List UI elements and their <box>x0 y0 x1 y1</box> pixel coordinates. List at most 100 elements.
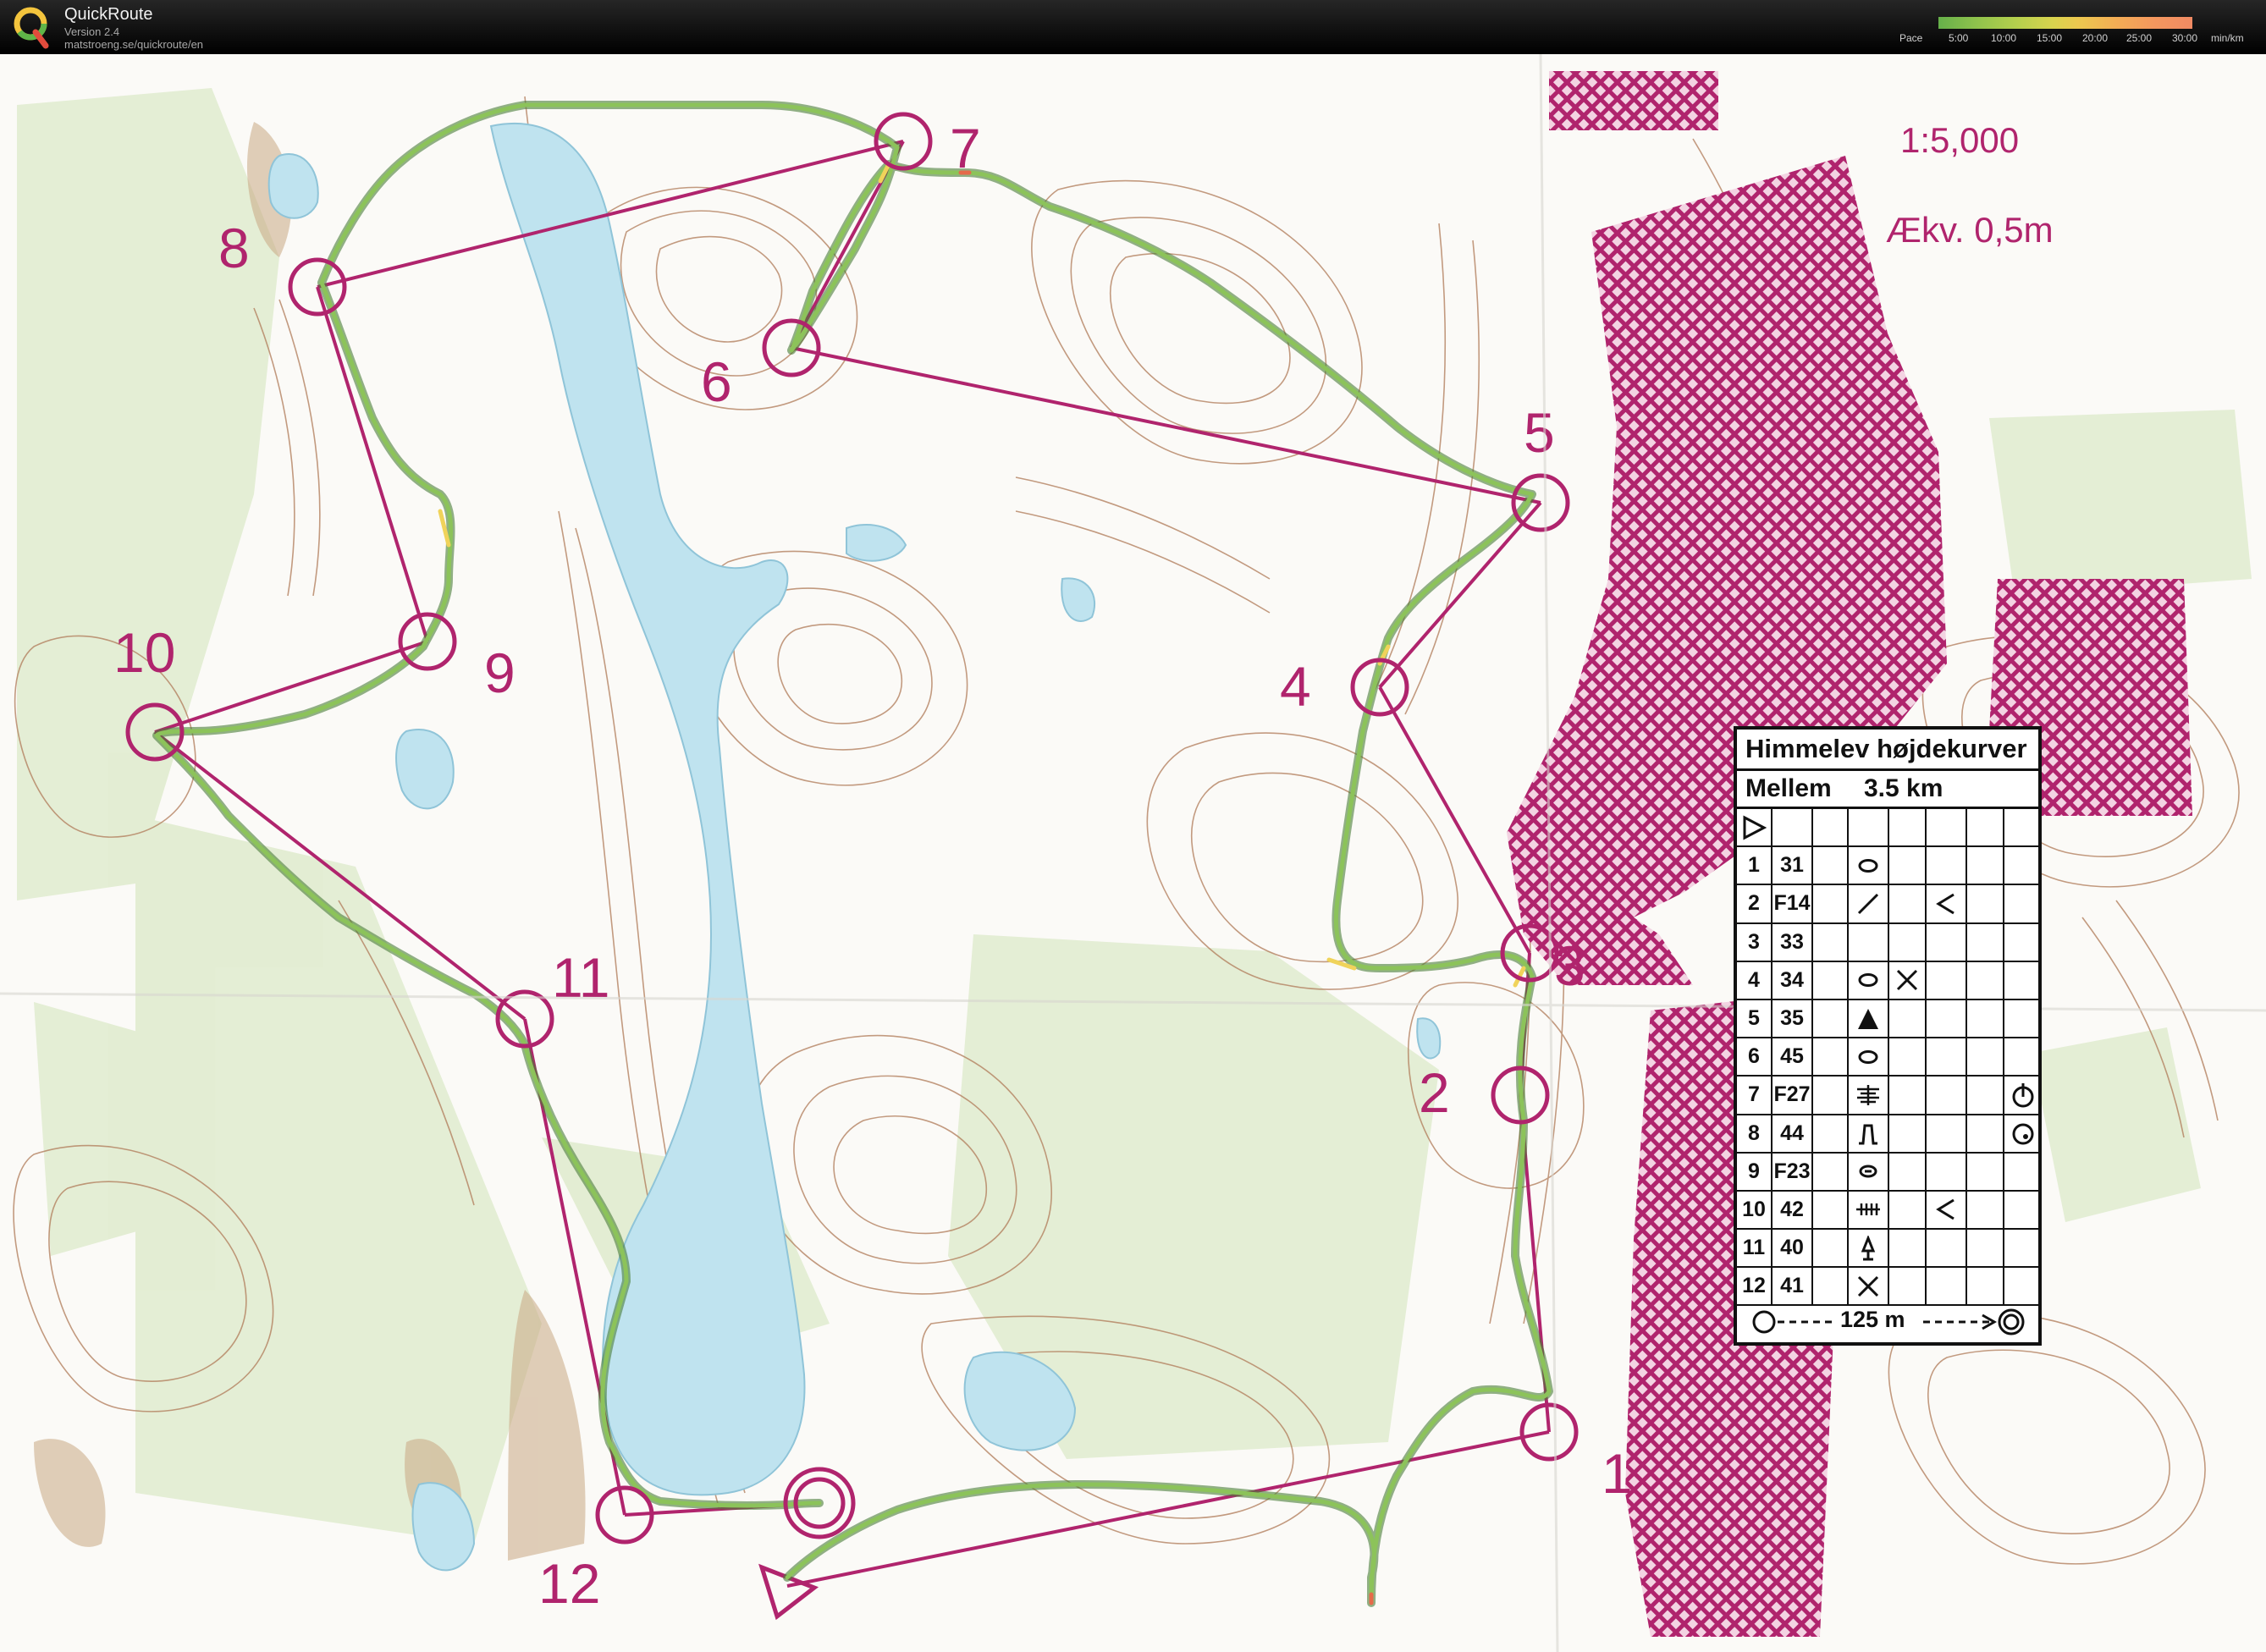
control-number: 1 <box>1602 1442 1633 1505</box>
small-knoll-icon <box>1859 1165 1877 1178</box>
control-description-row: 9 F23 <box>1737 1153 2038 1192</box>
map-scale: 1:5,000 <box>1900 120 2019 160</box>
control-description-row: 7 F27 <box>1737 1077 2038 1115</box>
title-bar: QuickRoute Version 2.4 matstroeng.se/qui… <box>0 0 2266 54</box>
control-code: 45 <box>1773 1038 1813 1076</box>
control-sequence: 3 <box>1737 923 1773 961</box>
location-cell <box>1927 999 1967 1038</box>
app-title: QuickRoute <box>64 5 153 24</box>
feature-cell <box>1849 1153 1889 1190</box>
knoll-icon <box>1858 1049 1878 1064</box>
appearance-cell <box>2004 1000 2042 1037</box>
control-description-row: 8 44 <box>1737 1115 2038 1154</box>
start-row <box>1737 809 2038 848</box>
pace-legend: Pace 5:00 10:00 15:00 20:00 25:00 30:00 … <box>1896 14 2260 47</box>
control-code: 42 <box>1773 1191 1813 1229</box>
appearance-cell <box>2004 1115 2042 1152</box>
control-description-sheet: Himmelev højdekurver Mellem 3.5 km 1 31 2 F… <box>1734 726 2042 1346</box>
feature-cell <box>1849 847 1889 884</box>
feature-cell <box>1849 999 1889 1038</box>
pace-tick: min/km <box>2211 32 2244 44</box>
control-code: 33 <box>1773 923 1813 961</box>
location-cell <box>1927 1115 1967 1152</box>
control-number: 7 <box>950 117 981 179</box>
detail-cell <box>1889 1268 1927 1305</box>
feature-cell <box>1849 1191 1889 1229</box>
location-cell <box>1927 1230 1967 1267</box>
detail-cell <box>1889 961 1927 999</box>
course-name: Mellem <box>1745 774 1832 802</box>
detail-cell <box>1889 1115 1927 1152</box>
control-code: 41 <box>1773 1268 1813 1305</box>
detail-cell <box>1889 1191 1927 1229</box>
location-cell <box>1927 1038 1967 1076</box>
angle-icon <box>1936 1199 1954 1220</box>
control-number: 11 <box>552 946 610 1009</box>
ditch-icon <box>1857 893 1879 915</box>
location-cell <box>1927 923 1967 961</box>
detail-cell <box>1889 847 1927 884</box>
control-description-row: 6 45 <box>1737 1038 2038 1077</box>
target-icon <box>2012 1123 2034 1145</box>
tower-icon <box>1861 1235 1876 1261</box>
spur-icon <box>1859 1124 1877 1145</box>
app-version: Version 2.4 <box>64 25 120 38</box>
control-sequence: 11 <box>1737 1230 1773 1267</box>
appearance-cell <box>2004 1230 2042 1266</box>
contour-interval: Ækv. 0,5m <box>1886 210 2054 250</box>
quickroute-logo-icon <box>14 7 49 49</box>
detail-cell <box>1889 1230 1927 1267</box>
control-sequence: 7 <box>1737 1077 1773 1114</box>
control-code: 35 <box>1773 999 1813 1038</box>
feature-cell <box>1849 1077 1889 1114</box>
pace-label: Pace <box>1899 32 1923 44</box>
course-info: Mellem 3.5 km <box>1737 771 2038 809</box>
detail-cell <box>1889 999 1927 1038</box>
feature-cell <box>1849 1038 1889 1076</box>
appearance-cell <box>2004 1192 2042 1228</box>
control-code: 31 <box>1773 847 1813 884</box>
feature-cell <box>1849 1115 1889 1152</box>
control-code: F14 <box>1773 885 1813 922</box>
detail-cell <box>1889 923 1927 961</box>
feature-cell <box>1849 961 1889 999</box>
location-cell <box>1927 1077 1967 1114</box>
feature-cell <box>1849 885 1889 922</box>
control-code: 44 <box>1773 1115 1813 1152</box>
cross-icon <box>1857 1275 1879 1297</box>
pace-color-bar <box>1938 17 2192 29</box>
control-number: 12 <box>538 1552 600 1615</box>
control-code: 40 <box>1773 1230 1813 1267</box>
knoll-icon <box>1858 973 1878 988</box>
marsh-icon <box>1857 1084 1879 1105</box>
pace-tick: 10:00 <box>1991 32 2017 44</box>
knoll-icon <box>1858 858 1878 873</box>
control-number: 6 <box>701 350 732 413</box>
control-number: 5 <box>1524 401 1555 464</box>
pace-tick: 5:00 <box>1949 32 1969 44</box>
control-sequence: 6 <box>1737 1038 1773 1076</box>
appearance-cell <box>2004 1268 2042 1304</box>
triangle-icon <box>1858 1008 1878 1029</box>
pace-tick: 15:00 <box>2037 32 2063 44</box>
appearance-cell <box>2004 924 2042 961</box>
control-sequence: 1 <box>1737 847 1773 884</box>
control-code: 34 <box>1773 961 1813 999</box>
quickroute-window: QuickRoute Version 2.4 matstroeng.se/qui… <box>0 0 2266 1652</box>
control-number: 3 <box>1554 934 1585 997</box>
location-cell <box>1927 961 1967 999</box>
control-number: 2 <box>1419 1061 1450 1124</box>
location-cell <box>1927 1191 1967 1229</box>
appearance-cell <box>2004 1038 2042 1075</box>
feature-cell <box>1849 1268 1889 1305</box>
pace-tick: 25:00 <box>2126 32 2153 44</box>
control-sequence: 10 <box>1737 1191 1773 1229</box>
control-sequence: 9 <box>1737 1153 1773 1190</box>
start-triangle-icon <box>1737 809 1773 846</box>
control-number: 9 <box>484 642 516 704</box>
control-code: F27 <box>1773 1077 1813 1114</box>
appearance-cell <box>2004 1077 2042 1113</box>
event-title: Himmelev højdekurver <box>1737 730 2038 771</box>
control-description-row: 3 33 <box>1737 923 2038 962</box>
appearance-cell <box>2004 885 2042 922</box>
